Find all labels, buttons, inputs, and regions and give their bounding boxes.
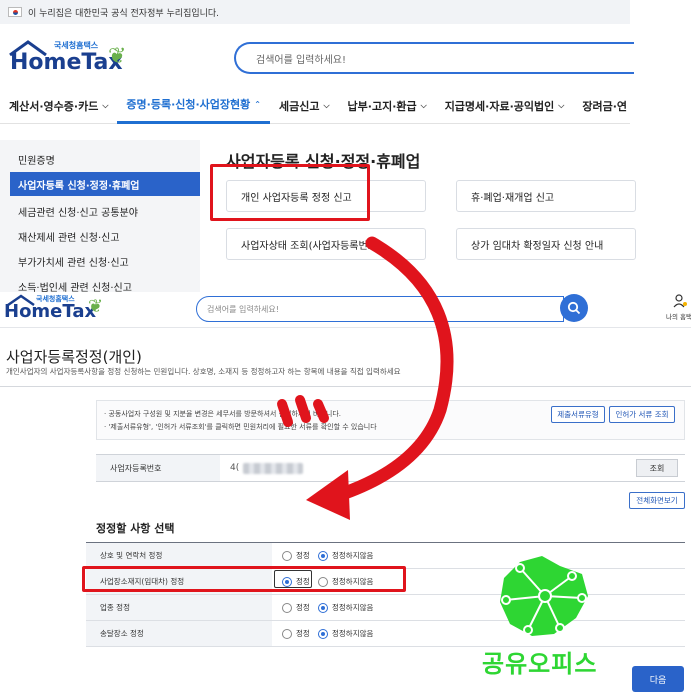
watermark-text: 공유오피스 (482, 650, 598, 678)
shared-office-map-icon (500, 556, 588, 636)
